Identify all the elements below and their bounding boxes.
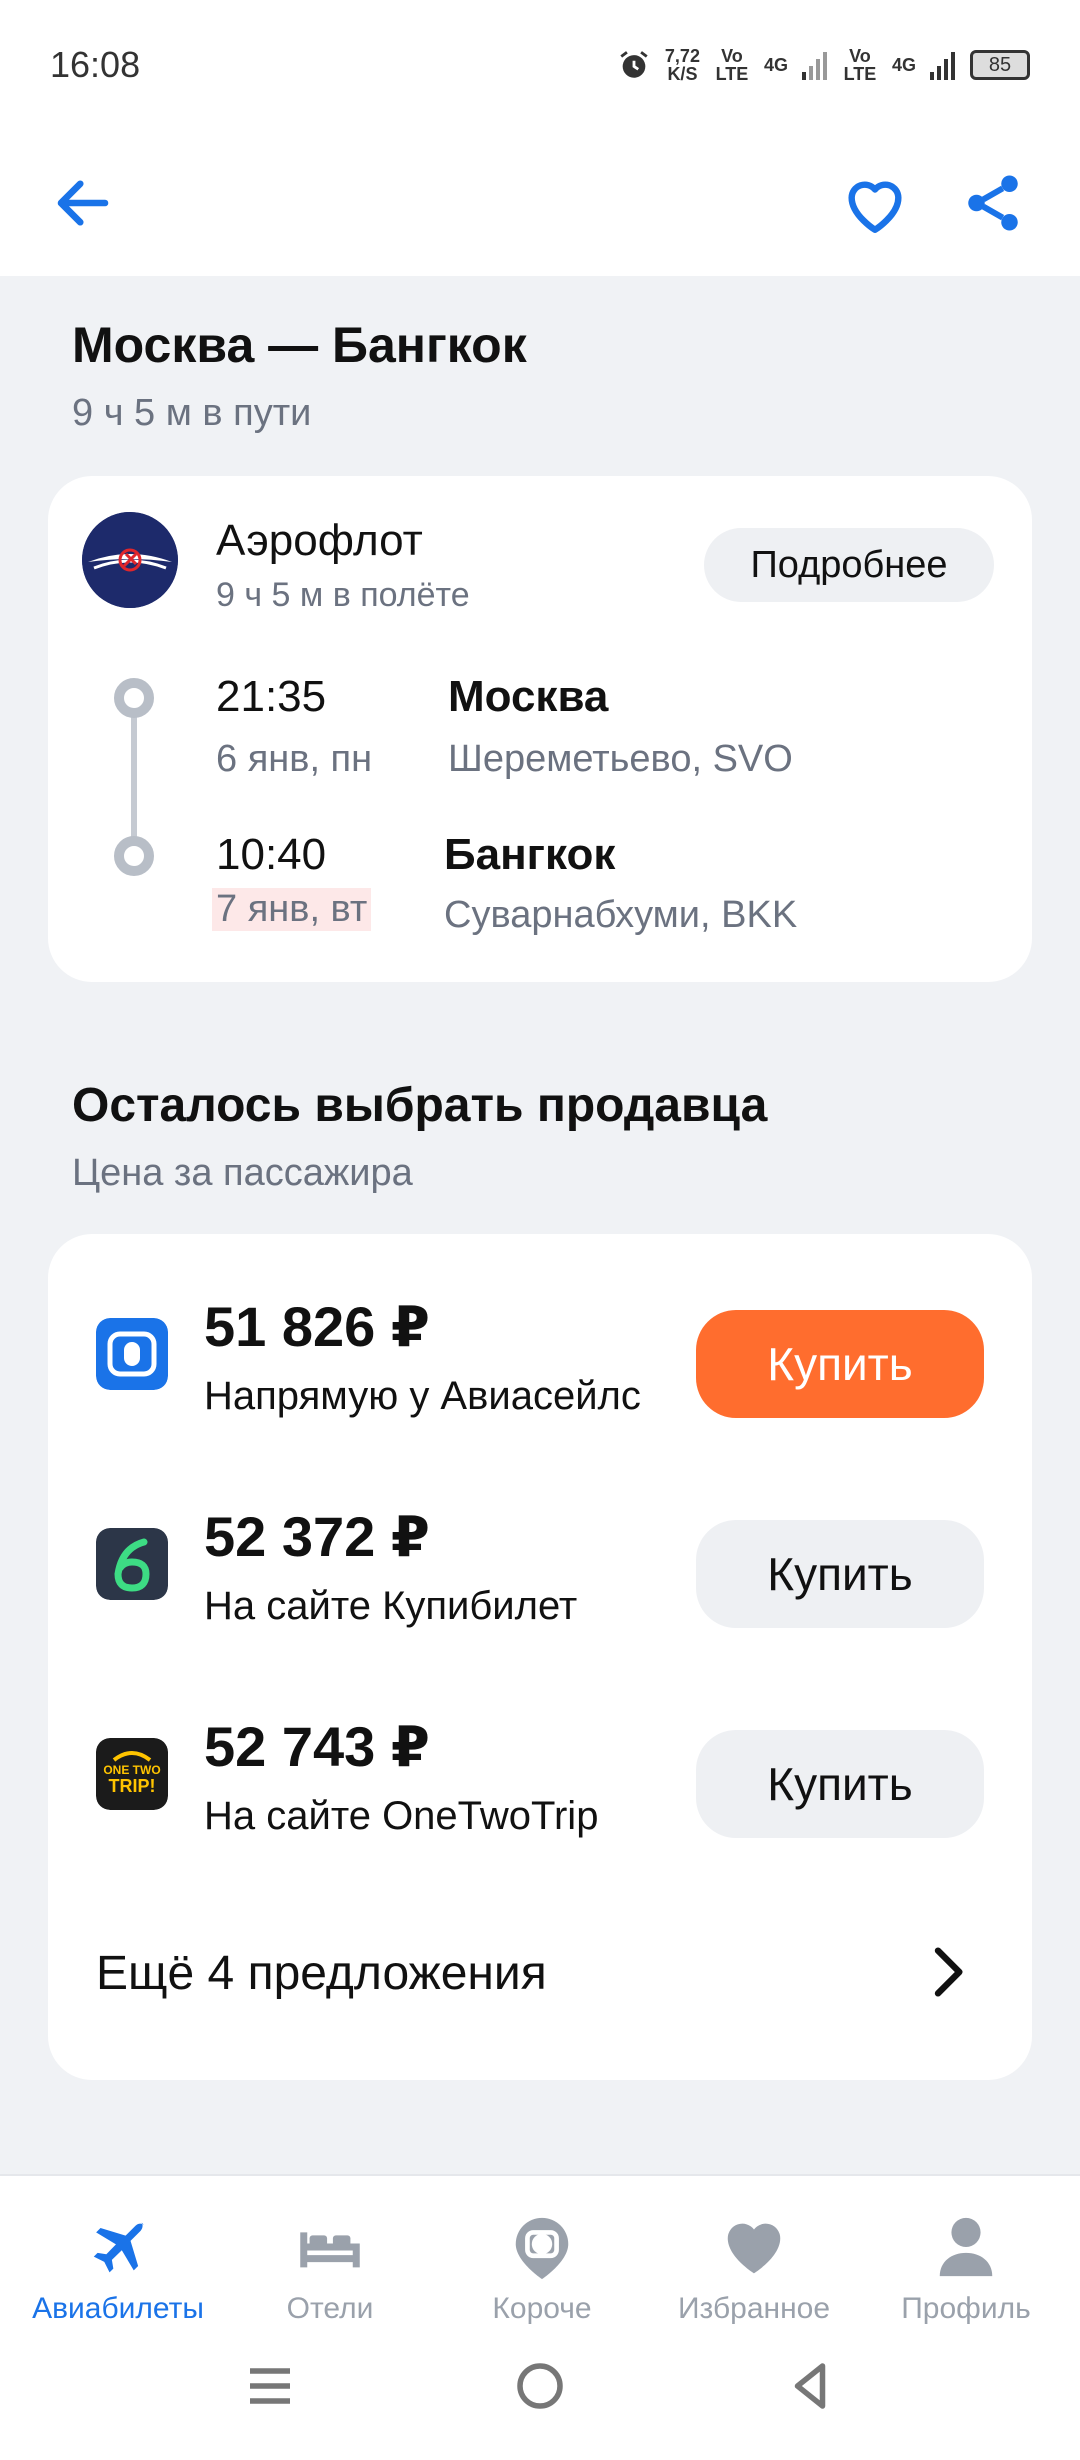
buy-button[interactable]: Купить <box>696 1520 984 1628</box>
alarm-icon <box>620 51 648 78</box>
offer-seller: На сайте Купибилет <box>204 1584 578 1628</box>
signal-icon <box>930 52 955 80</box>
nav-item-profile[interactable]: Профиль <box>858 2212 1074 2342</box>
airline-name: Аэрофлот <box>216 516 423 565</box>
route-title: Москва — Бангкок <box>72 317 527 373</box>
arrival-time: 10:40 <box>216 830 327 879</box>
sim1-volte: Vo LTE <box>715 46 749 84</box>
heart-icon[interactable] <box>840 170 910 240</box>
nav-item-shorts[interactable]: Короче <box>434 2212 650 2342</box>
kupibilet-logo <box>96 1528 168 1600</box>
battery-icon: 85 <box>970 50 1030 80</box>
onetwotrip-logo: ONE TWO TRIP! <box>96 1738 168 1810</box>
app-bar <box>0 130 1080 276</box>
heart-icon <box>727 2223 781 2274</box>
sim1-type: 4G <box>763 55 788 75</box>
status-bar: 16:08 7,72 K/S Vo LTE 4G Vo LTE 4G 85 <box>0 0 1080 130</box>
back-triangle-icon[interactable] <box>780 2356 840 2416</box>
departure-airport: Шереметьево, SVO <box>448 738 793 780</box>
offer-row: 51 826 ₽ Напрямую у Авиасейлс Купить <box>48 1262 1032 1462</box>
nav-item-flights[interactable]: Авиабилеты <box>10 2212 226 2342</box>
nav-label: Избранное <box>677 2292 831 2325</box>
more-offers-label: Ещё 4 предложения <box>96 1947 547 2000</box>
offer-price: 52 372 ₽ <box>204 1505 430 1568</box>
system-nav <box>0 2356 1080 2436</box>
nav-item-hotels[interactable]: Отели <box>222 2212 438 2342</box>
nav-item-favorites[interactable]: Избранное <box>646 2212 862 2342</box>
offer-seller: Напрямую у Авиасейлс <box>204 1374 641 1418</box>
signal-icon <box>801 52 827 80</box>
share-icon[interactable] <box>960 170 1026 236</box>
offers-card: 51 826 ₽ Напрямую у Авиасейлс Купить 52 … <box>48 1234 1032 2080</box>
svg-text:TRIP!: TRIP! <box>109 1776 156 1796</box>
nav-label: Отели <box>286 2292 374 2325</box>
status-icons: 7,72 K/S Vo LTE 4G Vo LTE 4G 85 <box>617 47 1030 83</box>
arrow-left-icon[interactable] <box>50 170 116 236</box>
person-icon <box>939 2217 993 2277</box>
offer-price: 52 743 ₽ <box>204 1715 430 1778</box>
departure-time: 21:35 <box>216 672 327 721</box>
bed-icon <box>300 2232 360 2268</box>
status-time: 16:08 <box>50 44 141 85</box>
timeline-line <box>131 700 137 856</box>
arrival-city: Бангкок <box>444 830 616 879</box>
nav-label: Авиабилеты <box>32 2292 204 2325</box>
flight-duration: 9 ч 5 м в полёте <box>216 576 470 614</box>
nav-label: Профиль <box>901 2292 1031 2325</box>
departure-date: 6 янв, пн <box>216 738 373 780</box>
arrival-airport: Суварнабхуми, BKK <box>444 894 798 936</box>
departure-dot <box>114 678 154 718</box>
departure-city: Москва <box>448 672 609 721</box>
net-speed: 7,72 K/S <box>664 46 700 84</box>
aeroflot-logo <box>82 512 178 608</box>
chevron-right-icon <box>934 1947 963 1997</box>
sellers-title: Осталось выбрать продавца <box>72 1079 768 1132</box>
aviasales-logo <box>96 1318 168 1390</box>
home-circle-icon[interactable] <box>510 2356 570 2416</box>
buy-button[interactable]: Купить <box>696 1310 984 1418</box>
arrival-date: 7 янв, вт <box>212 888 372 931</box>
svg-text:ONE TWO: ONE TWO <box>103 1763 160 1777</box>
menu-icon[interactable] <box>240 2356 300 2416</box>
offer-seller: На сайте OneTwoTrip <box>204 1794 599 1838</box>
details-button[interactable]: Подробнее <box>704 528 994 602</box>
sim2-type: 4G <box>891 55 916 75</box>
flight-card: Аэрофлот 9 ч 5 м в полёте Подробнее 21:3… <box>48 476 1032 982</box>
offer-row: 52 372 ₽ На сайте Купибилет Купить <box>48 1472 1032 1672</box>
buy-button[interactable]: Купить <box>696 1730 984 1838</box>
plane-icon <box>93 2222 145 2273</box>
more-offers-row[interactable]: Ещё 4 предложения <box>48 1914 1032 2034</box>
sellers-subtitle: Цена за пассажира <box>72 1152 413 1194</box>
offer-price: 51 826 ₽ <box>204 1295 430 1358</box>
offer-row: ONE TWO TRIP! 52 743 ₽ На сайте OneTwoTr… <box>48 1682 1032 1882</box>
route-duration: 9 ч 5 м в пути <box>72 392 312 434</box>
camera-pin-icon <box>515 2217 569 2280</box>
nav-label: Короче <box>492 2292 592 2325</box>
sim2-volte: Vo LTE <box>843 46 877 84</box>
arrival-dot <box>114 836 154 876</box>
bottom-nav: Авиабилеты Отели Короче Избранное Профил… <box>0 2174 1080 2460</box>
